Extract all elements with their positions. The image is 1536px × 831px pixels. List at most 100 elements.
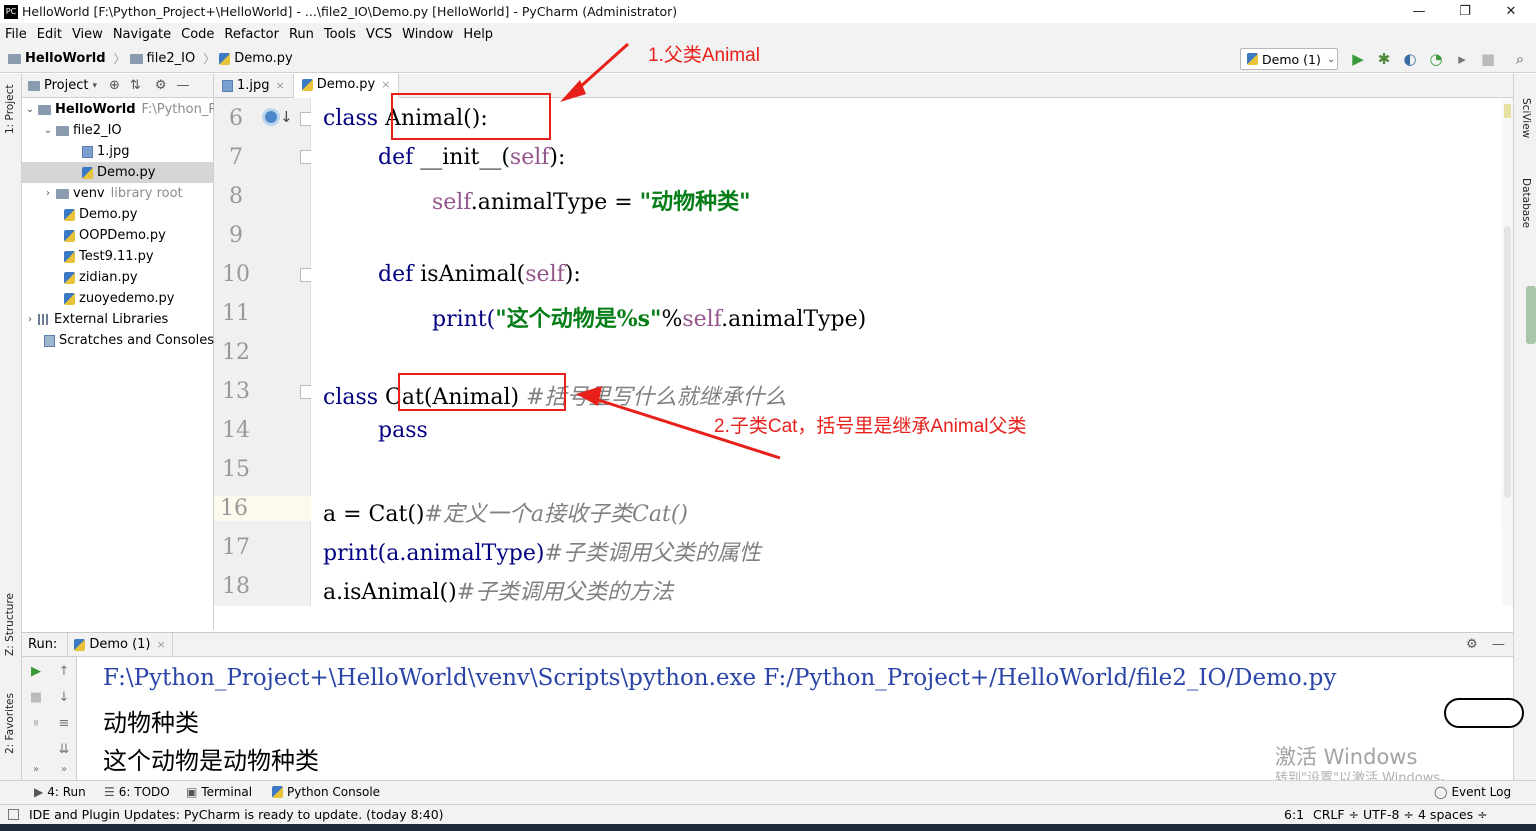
caret-position[interactable]: 6:1 [1284, 807, 1304, 822]
breadcrumb-file[interactable]: Demo.py [219, 51, 293, 66]
more-icon[interactable]: » [55, 761, 73, 779]
tree-item-oopdemo-py[interactable]: OOPDemo.py [64, 225, 166, 246]
window-title-bar: PC HelloWorld [F:\Python_Project+\HelloW… [0, 0, 1536, 23]
folder-icon [56, 125, 69, 136]
window-title: HelloWorld [F:\Python_Project+\HelloWorl… [22, 4, 678, 19]
menu-code[interactable]: Code [176, 27, 219, 42]
line-separator[interactable]: CRLF ÷ [1313, 807, 1359, 822]
scrollbar-thumb[interactable] [1504, 226, 1511, 498]
tab-demo-py[interactable]: Demo.py × [293, 73, 400, 98]
status-message[interactable]: IDE and Plugin Updates: PyCharm is ready… [29, 807, 444, 822]
chevron-down-icon[interactable]: ▾ [92, 81, 97, 91]
python-file-icon [64, 208, 75, 221]
tree-item-helloworld[interactable]: ⌄ HelloWorld F:\Python_Pro [24, 99, 229, 120]
editor-gutter: 6 7 8 9 10 11 12 13 14 15 16 17 18 ↓ [214, 98, 312, 606]
line-number: 17 [222, 535, 250, 560]
project-tool-button[interactable]: 1: Project [4, 85, 16, 134]
terminal-icon: ▣ [186, 785, 198, 799]
favorites-tool-button[interactable]: 2: Favorites [4, 693, 16, 754]
tree-item-test9-11-py[interactable]: Test9.11.py [64, 246, 154, 267]
tree-item-demo-py-selected[interactable]: Demo.py [22, 162, 213, 183]
image-file-icon [222, 79, 233, 92]
up-icon[interactable]: ↑ [55, 663, 73, 681]
close-button[interactable]: ✕ [1488, 0, 1534, 23]
tab-1-jpg[interactable]: 1.jpg × [214, 73, 294, 98]
terminal-tool-button[interactable]: ▣ Terminal [186, 785, 252, 799]
coverage-icon[interactable]: ◐ [1402, 51, 1418, 67]
gear-icon[interactable]: ⚙ [155, 78, 167, 93]
python-file-icon [64, 229, 75, 242]
close-icon[interactable]: × [157, 638, 166, 651]
project-panel-header: Project ▾ ⊕ ⇅ ⚙ — [22, 74, 213, 98]
indent-setting[interactable]: 4 spaces ÷ [1418, 807, 1488, 822]
menu-edit[interactable]: Edit [32, 27, 67, 42]
overridden-method-icon[interactable] [262, 108, 280, 126]
menu-tools[interactable]: Tools [319, 27, 361, 42]
down-icon[interactable]: ↓ [55, 689, 73, 707]
todo-tool-button[interactable]: ☰ 6: TODO [104, 785, 170, 799]
tree-item-demo-py[interactable]: Demo.py [64, 204, 137, 225]
rerun-icon[interactable]: ▶ [27, 663, 45, 681]
tree-item-file2-io[interactable]: ⌄ file2_IO [42, 120, 122, 141]
project-panel-title[interactable]: Project [44, 78, 88, 93]
code-line-7: def __init__(self): [378, 145, 566, 170]
menu-window[interactable]: Window [397, 27, 458, 42]
tree-item-scratches[interactable]: Scratches and Consoles [44, 330, 214, 351]
scroll-to-end-icon[interactable]: ⇊ [55, 741, 73, 759]
close-icon[interactable]: × [276, 79, 285, 92]
structure-tool-button[interactable]: Z: Structure [4, 593, 16, 656]
event-log-icon: ◯ [1434, 785, 1448, 799]
collapse-icon[interactable]: ⇅ [130, 78, 141, 93]
tree-item-zuoyedemo-py[interactable]: zuoyedemo.py [64, 288, 174, 309]
more-icon[interactable]: » [27, 761, 45, 779]
menu-vcs[interactable]: VCS [361, 27, 397, 42]
menu-file[interactable]: File [0, 27, 32, 42]
python-file-icon [301, 78, 313, 91]
run-icon[interactable]: ▶ [1350, 51, 1366, 67]
run-tab-demo[interactable]: Demo (1) × [67, 632, 173, 657]
hide-icon[interactable]: — [176, 78, 189, 93]
close-icon[interactable]: × [381, 78, 390, 91]
stop-icon[interactable]: ■ [27, 689, 45, 707]
run-configuration-select[interactable]: Demo (1) ⌄ [1240, 48, 1338, 70]
status-toggle-icon[interactable] [8, 809, 19, 820]
project-icon [28, 80, 40, 91]
menu-navigate[interactable]: Navigate [108, 27, 176, 42]
breadcrumb-folder[interactable]: file2_IO [129, 51, 195, 66]
breadcrumb-project[interactable]: HelloWorld [8, 51, 106, 66]
search-everywhere-icon[interactable]: ⌕ [1512, 51, 1528, 67]
run-icon: ▶ [34, 785, 44, 799]
menu-run[interactable]: Run [284, 27, 319, 42]
line-number: 11 [222, 301, 250, 326]
editor-vertical-scrollbar[interactable] [1502, 98, 1513, 606]
code-editor[interactable]: class Animal(): def __init__(self): self… [311, 98, 1501, 606]
maximize-button[interactable]: ❐ [1442, 0, 1488, 23]
tree-item-venv[interactable]: › venv library root [42, 183, 183, 204]
menu-refactor[interactable]: Refactor [219, 27, 284, 42]
gear-icon[interactable]: ⚙ [1466, 637, 1478, 652]
file-encoding[interactable]: UTF-8 ÷ [1363, 807, 1414, 822]
tree-item-zidian-py[interactable]: zidian.py [64, 267, 138, 288]
event-log-tool-button[interactable]: ◯ Event Log [1434, 785, 1511, 799]
tree-item-1-jpg[interactable]: 1.jpg [82, 141, 130, 162]
menu-help[interactable]: Help [458, 27, 498, 42]
build-icon[interactable]: ▸ [1454, 51, 1470, 67]
database-tool-button[interactable]: Database [1520, 178, 1532, 228]
code-line-18: a.isAnimal()#子类调用父类的方法 [323, 580, 674, 605]
console-line-output-2: 这个动物是动物种类 [103, 747, 319, 775]
profile-icon[interactable]: ◔ [1428, 51, 1444, 67]
hide-icon[interactable]: — [1492, 637, 1505, 652]
minimize-button[interactable]: — [1396, 0, 1442, 23]
menu-view[interactable]: View [67, 27, 108, 42]
warning-marker [1504, 104, 1511, 118]
debug-icon[interactable]: ✱ [1376, 51, 1392, 67]
breadcrumb-separator: 〉 [113, 52, 126, 66]
sciview-tool-button[interactable]: SciView [1520, 98, 1532, 138]
tree-item-external-libraries[interactable]: › External Libraries [24, 309, 168, 330]
run-tool-button[interactable]: ▶ 4: Run [34, 785, 86, 799]
stop-icon[interactable]: ■ [1480, 51, 1496, 67]
soft-wrap-icon[interactable]: ≡ [55, 715, 73, 733]
locate-icon[interactable]: ⊕ [109, 78, 120, 93]
pause-icon[interactable]: ⏸ [27, 715, 45, 733]
python-console-tool-button[interactable]: Python Console [272, 785, 380, 799]
